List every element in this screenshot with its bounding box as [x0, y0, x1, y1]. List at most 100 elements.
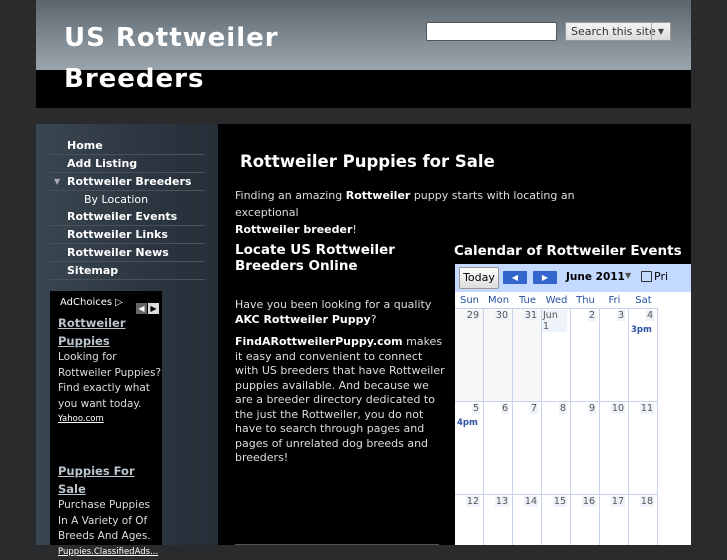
search-button[interactable]: Search this site ▼: [565, 22, 671, 41]
adchoices-label[interactable]: AdChoices ▷: [60, 297, 123, 308]
sidebar-item-sitemap[interactable]: Sitemap: [50, 263, 205, 280]
sidebar-item-by-location[interactable]: By Location: [50, 192, 205, 208]
print-icon[interactable]: [641, 271, 652, 282]
day-number[interactable]: 29: [466, 310, 480, 321]
site-title[interactable]: US Rottweiler Breeders: [64, 18, 304, 100]
ad-next-icon[interactable]: ▶: [148, 303, 159, 314]
weekday-label: Fri: [600, 295, 629, 306]
sidebar-item-rottweiler-events[interactable]: Rottweiler Events: [50, 209, 205, 226]
calendar-day-cell[interactable]: 3: [600, 308, 629, 401]
calendar-day-cell[interactable]: 12: [455, 494, 484, 545]
ad-item: Puppies For Sale Purchase Puppies In A V…: [58, 463, 162, 560]
calendar-day-cell[interactable]: 2: [571, 308, 600, 401]
day-number[interactable]: Jun 1: [542, 310, 567, 332]
ad-nav: ◀▶: [136, 296, 162, 309]
content-area: Home Add Listing ▼ Rottweiler Breeders By…: [36, 124, 691, 545]
calendar-day-cell[interactable]: 11: [629, 401, 658, 494]
site-header: US Rottweiler Breeders Search this site …: [36, 0, 691, 108]
weekday-label: Mon: [484, 295, 513, 306]
day-number[interactable]: 2: [588, 310, 596, 321]
ad-url[interactable]: Puppies.ClassifiedAds...: [58, 545, 162, 560]
calendar-day-cell[interactable]: 16: [571, 494, 600, 545]
calendar-toolbar: Today ◀ ▶ June 2011 ▼ Pri: [455, 264, 691, 292]
ad-prev-icon[interactable]: ◀: [136, 303, 147, 314]
sidebar-item-label: Rottweiler Links: [67, 228, 168, 241]
sidebar: Home Add Listing ▼ Rottweiler Breeders By…: [36, 124, 218, 545]
chevron-down-icon[interactable]: ▼: [651, 23, 670, 40]
ad-box: AdChoices ▷ ◀▶ Rottweiler Puppies Lookin…: [50, 291, 162, 545]
day-number[interactable]: 6: [501, 403, 509, 414]
weekday-header: SunMonTueWedThuFriSat: [455, 295, 691, 308]
calendar-day-cell[interactable]: 18: [629, 494, 658, 545]
weekday-label: Thu: [571, 295, 600, 306]
day-number[interactable]: 5: [472, 403, 480, 414]
page-title: Rottweiler Puppies for Sale: [240, 152, 495, 171]
intro-bold: Rottweiler: [346, 189, 411, 202]
calendar-day-cell[interactable]: 10: [600, 401, 629, 494]
ad-url[interactable]: Yahoo.com: [58, 412, 162, 428]
day-number[interactable]: 31: [524, 310, 538, 321]
day-number[interactable]: 7: [530, 403, 538, 414]
day-number[interactable]: 4: [646, 310, 654, 321]
sidebar-item-label: Rottweiler Breeders: [67, 175, 191, 188]
ad-title[interactable]: Puppies For Sale: [58, 463, 162, 498]
day-number[interactable]: 16: [582, 496, 596, 507]
right-arrow-icon[interactable]: ▶: [533, 271, 557, 284]
calendar-title: Calendar of Rottweiler Events: [454, 243, 682, 259]
calendar-day-cell[interactable]: 8: [542, 401, 571, 494]
day-number[interactable]: 11: [640, 403, 654, 414]
calendar-day-cell[interactable]: 15: [542, 494, 571, 545]
sidebar-item-rottweiler-breeders[interactable]: ▼ Rottweiler Breeders: [50, 174, 205, 191]
sidebar-item-label: By Location: [84, 193, 148, 206]
calendar-day-cell[interactable]: 31: [513, 308, 542, 401]
day-number[interactable]: 17: [611, 496, 625, 507]
calendar-event[interactable]: 3pm: [631, 325, 652, 335]
day-number[interactable]: 14: [524, 496, 538, 507]
calendar-day-cell[interactable]: 29: [455, 308, 484, 401]
sidebar-item-home[interactable]: Home: [50, 138, 205, 155]
text: Have you been looking for a quality: [235, 298, 431, 311]
day-number[interactable]: 8: [559, 403, 567, 414]
day-number[interactable]: 12: [466, 496, 480, 507]
day-number[interactable]: 15: [553, 496, 567, 507]
day-number[interactable]: 10: [611, 403, 625, 414]
day-number[interactable]: 3: [617, 310, 625, 321]
calendar-day-cell[interactable]: 5: [455, 401, 484, 494]
sidebar-nav: Home Add Listing ▼ Rottweiler Breeders By…: [50, 138, 205, 281]
left-arrow-icon[interactable]: ◀: [503, 271, 527, 284]
intro-part: !: [352, 223, 356, 236]
sidebar-item-add-listing[interactable]: Add Listing: [50, 156, 205, 173]
search-input[interactable]: [426, 22, 557, 41]
sidebar-item-label: Add Listing: [67, 157, 137, 170]
calendar-day-cell[interactable]: 17: [600, 494, 629, 545]
today-button[interactable]: Today: [459, 267, 499, 289]
ad-title[interactable]: Rottweiler Puppies: [58, 315, 162, 350]
calendar-day-cell[interactable]: 6: [484, 401, 513, 494]
weekday-label: Tue: [513, 295, 542, 306]
day-number[interactable]: 30: [495, 310, 509, 321]
calendar-day-cell[interactable]: Jun 1: [542, 308, 571, 401]
calendar-day-cell[interactable]: 14: [513, 494, 542, 545]
paragraph: Have you been looking for a quality AKC …: [235, 298, 445, 327]
sidebar-item-label: Rottweiler News: [67, 246, 169, 259]
calendar-day-cell[interactable]: 30: [484, 308, 513, 401]
sidebar-item-rottweiler-news[interactable]: Rottweiler News: [50, 245, 205, 262]
day-number[interactable]: 9: [588, 403, 596, 414]
day-number[interactable]: 18: [640, 496, 654, 507]
calendar-day-cell[interactable]: 7: [513, 401, 542, 494]
intro-part: Finding an amazing: [235, 189, 346, 202]
calendar-day-cell[interactable]: 4: [629, 308, 658, 401]
bold-text: FindARottweilerPuppy.com: [235, 335, 403, 348]
calendar-event[interactable]: 4pm: [457, 418, 478, 428]
print-label[interactable]: Pri: [654, 270, 668, 283]
day-number[interactable]: 13: [495, 496, 509, 507]
ad-text: Purchase Puppies In A Variety of Of Bree…: [58, 498, 162, 545]
calendar-day-cell[interactable]: 13: [484, 494, 513, 545]
expand-arrow-icon[interactable]: ▼: [54, 174, 60, 190]
intro-bold: Rottweiler breeder: [235, 223, 352, 236]
calendar-day-cell[interactable]: 9: [571, 401, 600, 494]
sidebar-item-rottweiler-links[interactable]: Rottweiler Links: [50, 227, 205, 244]
search-button-label: Search this site: [571, 25, 656, 38]
intro-text: Finding an amazing Rottweiler puppy star…: [235, 187, 635, 238]
chevron-down-icon[interactable]: ▼: [625, 271, 631, 280]
